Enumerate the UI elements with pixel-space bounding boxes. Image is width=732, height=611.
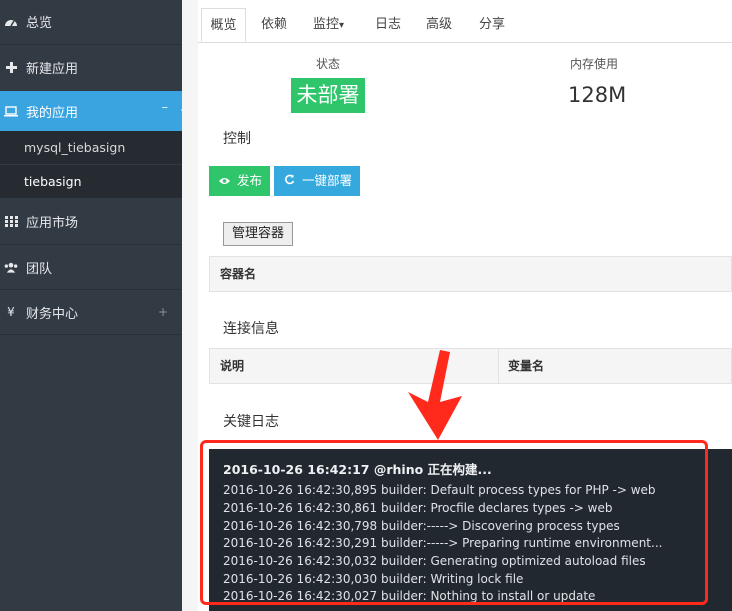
tab-share[interactable]: 分享 — [479, 8, 505, 42]
sidebar-item-label: 财务中心 — [26, 306, 79, 322]
collapse-icon[interactable]: – — [162, 100, 169, 115]
expand-icon[interactable]: + — [158, 305, 168, 319]
sidebar-item-new-app[interactable]: 新建应用 — [0, 45, 182, 89]
column-divider — [498, 349, 499, 383]
status-label: 状态 — [316, 57, 341, 71]
tab-bar: 概览 依赖 监控▾ 日志 高级 分享 — [198, 8, 732, 43]
tab-advanced[interactable]: 高级 — [426, 8, 452, 42]
section-title-control: 控制 — [223, 131, 251, 147]
grid-icon — [4, 215, 18, 229]
tab-label: 监控 — [313, 17, 340, 32]
tab-logs[interactable]: 日志 — [375, 8, 401, 42]
sidebar-subitem-label: mysql_tiebasign — [24, 140, 126, 155]
sidebar-item-my-apps[interactable]: 我的应用 – — [0, 91, 189, 131]
container-table-header: 容器名 — [209, 256, 732, 292]
column-header-container-name: 容器名 — [220, 267, 257, 281]
dashboard-icon — [4, 15, 18, 29]
laptop-icon — [4, 104, 18, 118]
memory-label: 内存使用 — [570, 57, 619, 71]
manage-container-button[interactable]: 管理容器 — [223, 222, 293, 246]
sidebar-subitem-label: tiebasign — [24, 174, 82, 189]
annotation-highlight-box — [200, 440, 708, 605]
sidebar-item-label: 总览 — [26, 16, 53, 31]
sidebar-item-app-market[interactable]: 应用市场 — [0, 200, 182, 243]
tab-monitoring[interactable]: 监控▾ — [313, 8, 344, 42]
section-title-logs: 关键日志 — [223, 414, 279, 430]
tab-dependencies[interactable]: 依赖 — [261, 8, 287, 42]
sidebar: 总览 新建应用 我的应用 – mysql_tiebasign tiebasign… — [0, 0, 189, 611]
eye-icon — [219, 173, 234, 188]
sidebar-item-label: 团队 — [26, 261, 53, 277]
divider — [0, 334, 182, 335]
annotation-arrow-icon — [408, 350, 462, 440]
status-badge: 未部署 — [291, 78, 365, 113]
publish-label: 发布 — [236, 173, 262, 188]
column-header-description: 说明 — [220, 359, 245, 373]
sidebar-item-label: 新建应用 — [26, 61, 79, 77]
publish-button[interactable]: 发布 — [209, 166, 270, 196]
active-indicator — [181, 101, 189, 119]
connection-table-header: 说明 变量名 — [209, 348, 732, 384]
plus-icon — [4, 60, 18, 74]
caret-down-icon: ▾ — [339, 20, 345, 31]
sidebar-item-label: 我的应用 — [26, 105, 79, 121]
sidebar-item-label: 应用市场 — [26, 216, 79, 231]
sidebar-subitem-tiebasign[interactable]: tiebasign — [0, 165, 182, 198]
one-click-deploy-button[interactable]: 一键部署 — [274, 166, 360, 196]
yen-icon: ¥ — [7, 305, 15, 319]
refresh-icon — [284, 173, 299, 188]
sidebar-item-finance[interactable]: ¥ 财务中心 + — [0, 290, 182, 334]
sidebar-item-team[interactable]: 团队 — [0, 245, 182, 289]
column-header-variable-name: 变量名 — [508, 359, 545, 373]
tab-overview[interactable]: 概览 — [201, 8, 246, 42]
deploy-label: 一键部署 — [301, 173, 352, 188]
sidebar-subitem-mysql-tiebasign[interactable]: mysql_tiebasign — [0, 131, 182, 164]
sidebar-item-overview[interactable]: 总览 — [0, 0, 182, 43]
memory-value: 128M — [568, 83, 627, 107]
section-title-connection: 连接信息 — [223, 321, 279, 337]
users-icon — [4, 260, 18, 274]
